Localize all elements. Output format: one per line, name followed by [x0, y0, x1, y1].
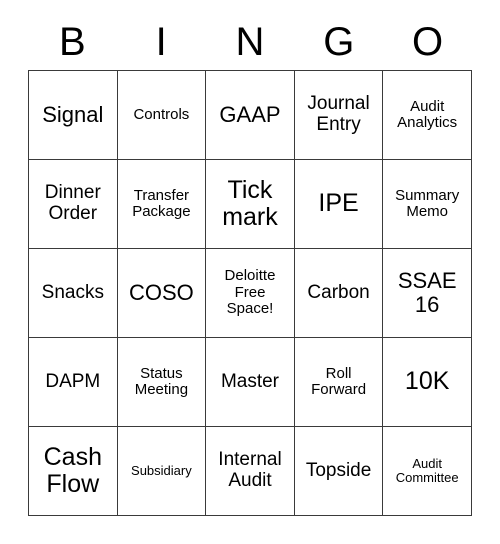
bingo-row: Snacks COSO Deloitte Free Space! Carbon … — [29, 249, 472, 338]
bingo-cell-label: SSAE 16 — [397, 267, 457, 317]
bingo-cell[interactable]: Signal — [29, 71, 118, 160]
bingo-cell-label: Internal Audit — [218, 449, 282, 491]
bingo-cell-label: Roll Forward — [311, 364, 367, 398]
header-letter-n: N — [235, 20, 265, 64]
bingo-cell[interactable]: Cash Flow — [29, 427, 118, 516]
bingo-cell-label: Carbon — [307, 281, 370, 303]
bingo-cell[interactable]: GAAP — [206, 71, 295, 160]
bingo-cell[interactable]: Master — [206, 338, 295, 427]
bingo-cell-label: Dinner Order — [44, 182, 101, 224]
bingo-cell[interactable]: Audit Analytics — [383, 71, 472, 160]
bingo-cell-label: Cash Flow — [43, 442, 102, 498]
bingo-cell[interactable]: COSO — [117, 249, 207, 338]
bingo-cell-label: Deloitte Free Space! — [224, 267, 276, 318]
bingo-cell[interactable]: Summary Memo — [383, 160, 472, 249]
bingo-cell-label: Status Meeting — [134, 364, 189, 398]
bingo-cell-label: IPE — [318, 189, 359, 218]
bingo-cell-label: Audit Committee — [395, 455, 459, 485]
bingo-cell-free-space[interactable]: Deloitte Free Space! — [206, 249, 295, 338]
bingo-cell[interactable]: Transfer Package — [117, 160, 207, 249]
bingo-row: Cash Flow Subsidiary Internal Audit Tops… — [29, 427, 472, 516]
bingo-cell[interactable]: Journal Entry — [294, 71, 384, 160]
bingo-cell[interactable]: Controls — [117, 71, 207, 160]
bingo-cell[interactable]: Internal Audit — [206, 427, 295, 516]
bingo-cell[interactable]: Carbon — [294, 249, 384, 338]
bingo-cell-label: COSO — [128, 279, 194, 305]
bingo-cell-label: Signal — [42, 101, 104, 127]
bingo-row: DAPM Status Meeting Master Roll Forward … — [29, 338, 472, 427]
header-letter-o: O — [412, 20, 444, 64]
bingo-grid: Signal Controls GAAP Journal Entry Audit… — [28, 70, 472, 516]
bingo-cell-label: Subsidiary — [131, 462, 192, 478]
bingo-cell[interactable]: IPE — [294, 160, 384, 249]
bingo-cell[interactable]: Topside — [294, 427, 384, 516]
header-letter-i: I — [155, 20, 167, 64]
bingo-card: B I N G O Signal Controls GAAP Journal E… — [0, 0, 500, 544]
bingo-cell-label: Tick mark — [222, 175, 278, 231]
bingo-header: B I N G O — [28, 18, 472, 66]
bingo-cell-label: 10K — [404, 367, 450, 396]
bingo-cell[interactable]: Roll Forward — [294, 338, 384, 427]
bingo-cell-label: Controls — [133, 105, 190, 123]
bingo-row: Signal Controls GAAP Journal Entry Audit… — [29, 71, 472, 160]
bingo-cell[interactable]: Subsidiary — [117, 427, 207, 516]
header-letter-g: G — [323, 20, 355, 64]
bingo-cell-label: GAAP — [219, 101, 281, 127]
bingo-cell-label: Topside — [305, 459, 372, 481]
bingo-cell-label: Summary Memo — [395, 186, 460, 220]
bingo-cell-label: DAPM — [45, 370, 101, 392]
bingo-cell-label: Master — [220, 370, 280, 392]
bingo-cell-label: Journal Entry — [307, 93, 370, 135]
header-letter-b: B — [59, 20, 86, 64]
bingo-cell[interactable]: Audit Committee — [383, 427, 472, 516]
bingo-cell-label: Transfer Package — [132, 186, 191, 220]
bingo-cell-label: Audit Analytics — [397, 97, 458, 131]
bingo-cell[interactable]: Status Meeting — [117, 338, 207, 427]
bingo-row: Dinner Order Transfer Package Tick mark … — [29, 160, 472, 249]
bingo-cell[interactable]: 10K — [383, 338, 472, 427]
bingo-cell[interactable]: DAPM — [29, 338, 118, 427]
bingo-cell[interactable]: Snacks — [29, 249, 118, 338]
bingo-cell[interactable]: Tick mark — [206, 160, 295, 249]
bingo-cell[interactable]: SSAE 16 — [383, 249, 472, 338]
bingo-cell[interactable]: Dinner Order — [29, 160, 118, 249]
bingo-cell-label: Snacks — [41, 281, 104, 303]
